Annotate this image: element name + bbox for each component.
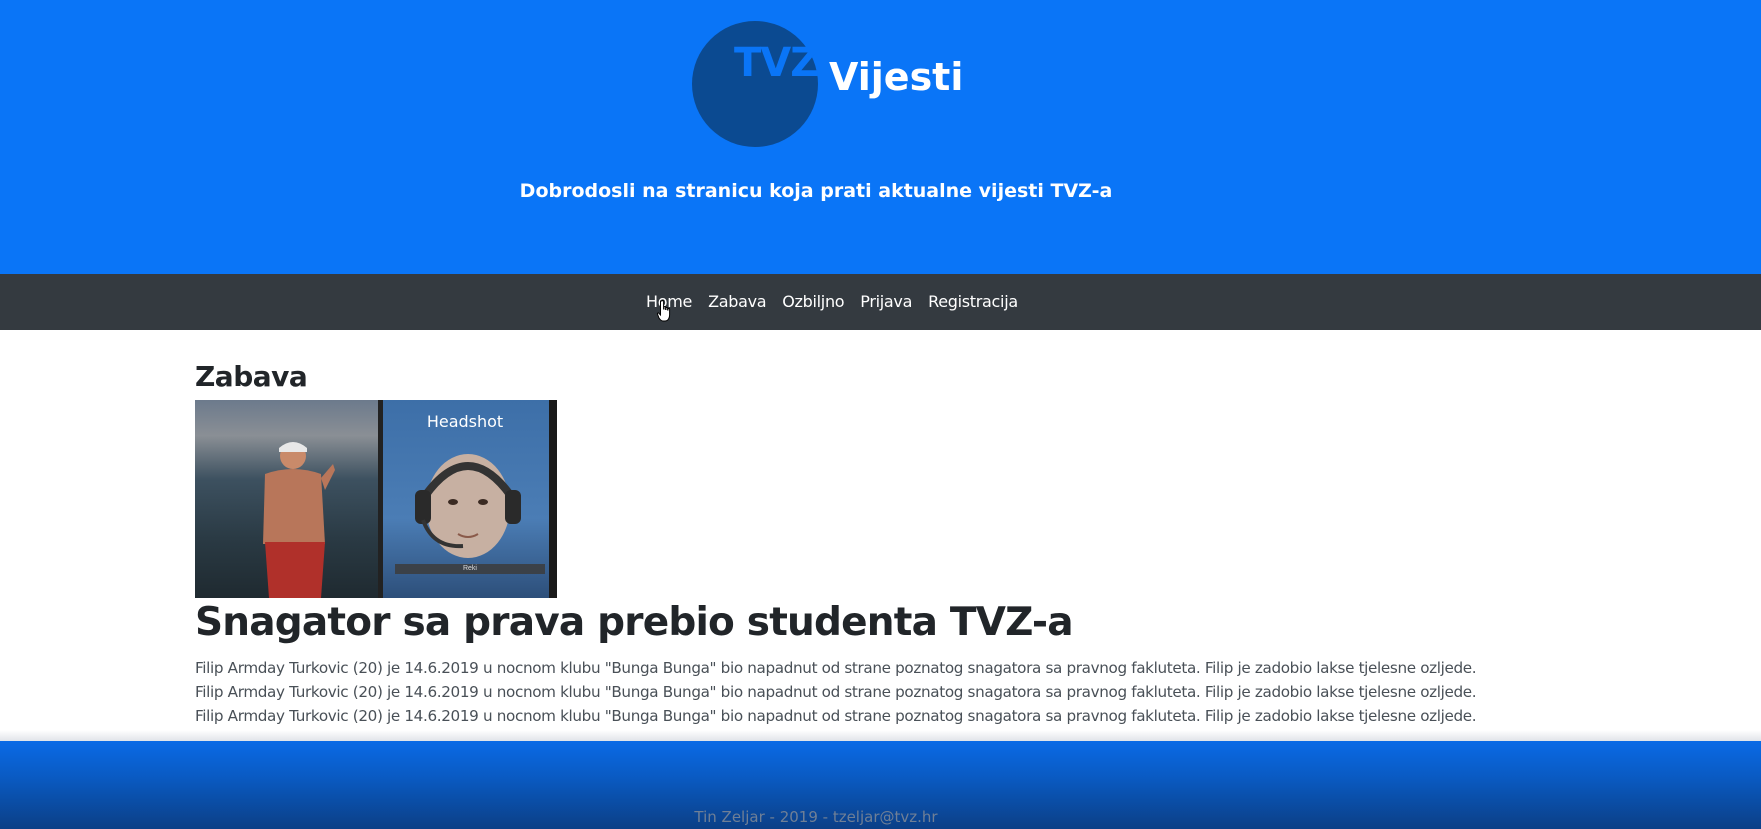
article-title[interactable]: Snagator sa prava prebio studenta TVZ-a (195, 600, 1074, 645)
article-body: Filip Armday Turkovic (20) je 14.6.2019 … (195, 656, 1495, 728)
site-logo[interactable]: TVZ Vijesti (692, 21, 963, 147)
person-figure (263, 442, 335, 598)
article-photo-right: Headshot Reki (383, 400, 557, 598)
nav-item-prijava: Prijava (860, 292, 912, 312)
image-overlay-text: Headshot (426, 412, 504, 431)
article-paragraph: Filip Armday Turkovic (20) je 14.6.2019 … (195, 707, 1477, 725)
nav-item-registracija: Registracija (928, 292, 1018, 312)
site-header: TVZ Vijesti Dobrodosli na stranicu koja … (0, 0, 1761, 274)
article-photo-left (195, 400, 378, 598)
headset-face (415, 454, 521, 558)
hand-pointer-icon (656, 300, 671, 322)
image-edge (549, 400, 557, 598)
article-paragraph: Filip Armday Turkovic (20) je 14.6.2019 … (195, 683, 1477, 701)
main-navbar: Home Zabava Ozbiljno Prijava Registracij… (0, 274, 1761, 330)
image-caption: Reki (395, 564, 545, 574)
nav-link-ozbiljno[interactable]: Ozbiljno (782, 292, 844, 311)
logo-wordmark: Vijesti (829, 55, 964, 99)
section-title: Zabava (195, 360, 308, 393)
nav-link-zabava[interactable]: Zabava (708, 292, 767, 311)
tagline: Dobrodosli na stranicu koja prati aktual… (519, 180, 1113, 202)
nav-link-registracija[interactable]: Registracija (928, 292, 1018, 311)
article-image[interactable]: Headshot Reki (195, 400, 557, 598)
nav-item-ozbiljno: Ozbiljno (782, 292, 844, 312)
nav-link-prijava[interactable]: Prijava (860, 292, 912, 311)
site-footer: Tin Zeljar - 2019 - tzeljar@tvz.hr (0, 741, 1761, 829)
logo-mark: TVZ (734, 40, 819, 86)
nav-list: Home Zabava Ozbiljno Prijava Registracij… (646, 274, 1018, 330)
nav-item-zabava: Zabava (708, 292, 767, 312)
article-paragraph: Filip Armday Turkovic (20) je 14.6.2019 … (195, 659, 1477, 677)
footer-text: Tin Zeljar - 2019 - tzeljar@tvz.hr (694, 808, 938, 826)
